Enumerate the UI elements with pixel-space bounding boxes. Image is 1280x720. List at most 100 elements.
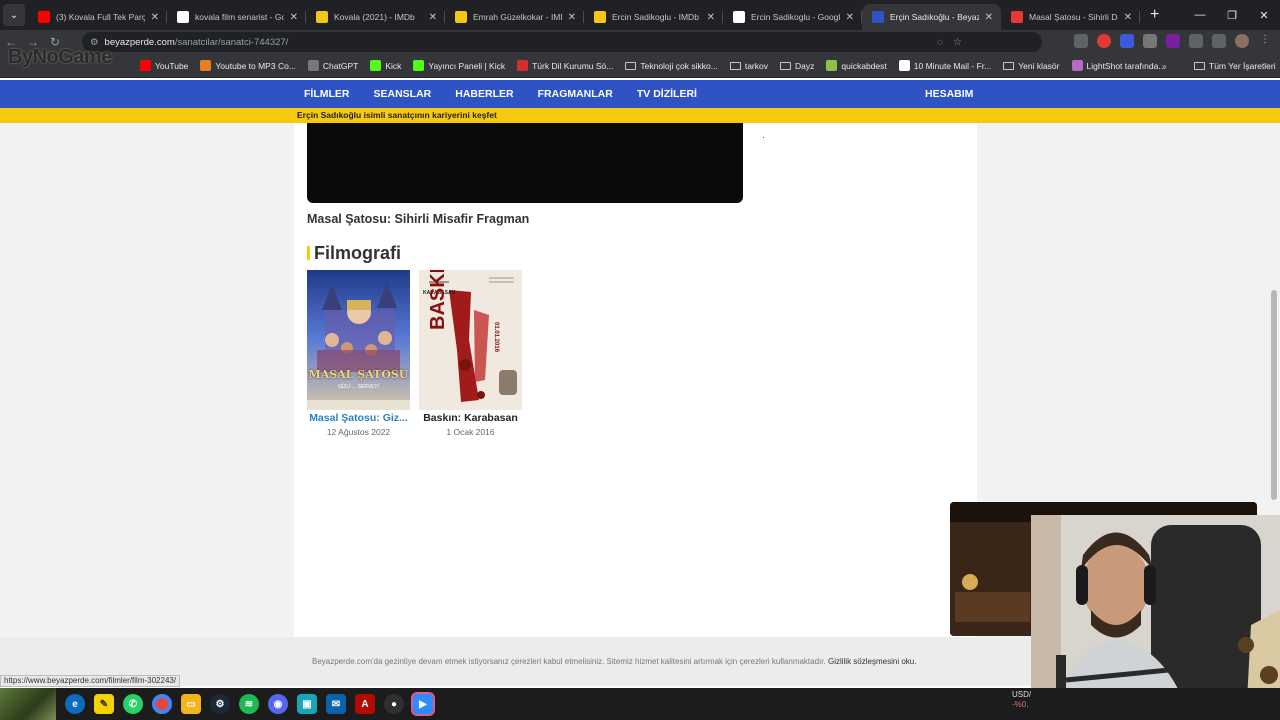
link-status-tooltip: https://www.beyazperde.com/filmler/film-… [0,675,181,687]
sticky-notes-icon[interactable]: ✎ [94,694,114,714]
restore-button[interactable]: ❐ [1216,9,1248,22]
close-tab-icon[interactable]: ✕ [846,12,854,23]
trailer-video-player[interactable] [307,123,743,203]
site-navbar: FİLMLER SEANSLAR HABERLER FRAGMANLAR TV DİZİ… [0,80,1280,108]
browser-tab[interactable]: Ercin Sadikoglu - IMDb ✕ [584,4,723,30]
bookmark-item[interactable]: Kick [370,60,401,71]
nav-link[interactable]: FRAGMANLAR [538,88,613,100]
bookmark-item[interactable]: quickabdest [826,60,887,71]
kebab-menu-icon[interactable]: ⋮ [1258,34,1272,48]
url-path: /sanatcilar/sanatci-744327/ [174,36,289,48]
close-tab-icon[interactable]: ✕ [568,12,576,23]
address-bar[interactable]: ⚙ beyazperde.com/sanatcilar/sanatci-7443… [82,32,1042,52]
minimize-button[interactable]: — [1184,9,1216,21]
all-bookmarks-label: Tüm Yer İşaretleri [1209,60,1276,71]
close-tab-icon[interactable]: ✕ [707,12,715,23]
edge-icon[interactable]: e [65,694,85,714]
close-tab-icon[interactable]: ✕ [151,12,159,23]
browser-tab[interactable]: (3) Kovala Full Tek Parça - ✕ [28,4,167,30]
mail-icon [898,60,910,71]
browser-tab[interactable]: Ercin Sadikoglu - Google ✕ [723,4,862,30]
windows-taskbar: e ✎ ✆ ▭ ⚙ ≋ ◉ ▣ ✉ A ● ▶ [0,688,1280,720]
close-window-button[interactable]: ✕ [1248,9,1280,22]
nav-link[interactable]: SEANSLAR [374,88,432,100]
bookmarks-overflow-button[interactable]: » [1162,61,1167,71]
folder-icon [625,61,637,70]
film-card[interactable]: KARABASAN BASKIN 01.01.2016 Baskın: Kara… [419,270,522,437]
film-poster[interactable]: KARABASAN BASKIN 01.01.2016 [419,270,522,410]
nav-link[interactable]: FİLMLER [304,88,350,100]
page-scrollbar[interactable] [1271,290,1277,500]
stream-logo-overlay: ByNoGame [8,46,112,68]
close-tab-icon[interactable]: ✕ [1124,12,1132,23]
browser-tab[interactable]: Kovala (2021) - IMDb ✕ [306,4,445,30]
poster1-title: MASAL ŞATOSU [308,368,409,381]
bookmark-item[interactable]: YouTube [140,60,188,71]
app-icon[interactable]: ▣ [297,694,317,714]
close-tab-icon[interactable]: ✕ [429,12,437,23]
all-bookmarks-folder[interactable]: Tüm Yer İşaretleri [1194,61,1276,71]
spotify-icon[interactable]: ≋ [239,694,259,714]
bookmark-label: Kick [385,60,402,71]
extensions-area: ⋮ [1074,34,1272,48]
bookmark-item[interactable]: Dayz [780,60,814,71]
close-tab-icon[interactable]: ✕ [985,12,993,23]
puzzle-icon[interactable] [1189,34,1203,48]
nav-link[interactable]: TV DİZİLERİ [637,88,697,100]
tab-title: Kovala (2021) - IMDb [334,12,415,22]
sidebar-dot: . [762,130,765,141]
eye-off-icon[interactable]: ◌ [937,37,943,48]
obs-icon[interactable]: ● [384,694,404,714]
bookmark-list: YouTube Youtube to MP3 Co... ChatGPT Kick Ya… [140,60,1177,71]
profile-avatar[interactable] [1235,34,1249,48]
heading-accent [307,246,310,260]
browser-tab[interactable]: kovala film senarist - Goo ✕ [167,4,306,30]
discord-icon[interactable]: ◉ [268,694,288,714]
film-title[interactable]: Masal Şatosu: Giz... [307,412,410,424]
tab-title: Ercin Sadikoglu - IMDb [612,12,699,22]
browser-tab[interactable]: Emrah Güzelkokar - IMDb ✕ [445,4,584,30]
tab-search-button[interactable]: ⌄ [3,4,25,26]
bookmark-item[interactable]: Teknoloji çok sikko... [625,60,718,71]
bookmark-item[interactable]: Yeni klasör [1003,60,1060,71]
extension-purple-icon[interactable] [1166,34,1180,48]
extension-icon[interactable] [1074,34,1088,48]
bookmark-item[interactable]: Youtube to MP3 Co... [200,60,296,71]
window-controls: — ❐ ✕ [1184,0,1280,30]
bookmark-item[interactable]: Yayıncı Paneli | Kick [413,60,505,71]
film-title[interactable]: Baskın: Karabasan [419,412,522,424]
outlook-icon[interactable]: ✉ [326,694,346,714]
browser-tab[interactable]: Masal Şatosu - Sihirli Dav ✕ [1001,4,1140,30]
whatsapp-icon[interactable]: ✆ [123,694,143,714]
bookmark-item[interactable]: ChatGPT [307,60,358,71]
star-bookmark-icon[interactable]: ☆ [953,37,962,48]
bookmark-item[interactable]: 10 Minute Mail - Fr... [898,60,991,71]
extension-gray-icon[interactable] [1143,34,1157,48]
extension-blue-icon[interactable] [1120,34,1134,48]
film-poster[interactable]: MASAL ŞATOSU GİZLİ ... SERVETİ [307,270,410,410]
bookmark-item[interactable]: LightShot tarafında... [1071,60,1165,71]
acrobat-icon[interactable]: A [355,694,375,714]
account-link[interactable]: HESABIM [925,88,973,100]
media-icon[interactable] [1212,34,1226,48]
nav-link[interactable]: HABERLER [455,88,513,100]
chrome-icon[interactable] [152,694,172,714]
tdk-icon [517,60,529,71]
quickabdest-icon [826,60,838,71]
bookmark-item[interactable]: tarkov [729,60,768,71]
file-explorer-icon[interactable]: ▭ [181,694,201,714]
trailer-caption[interactable]: Masal Şatosu: Sihirli Misafir Fragman [307,212,529,226]
desktop-thumbnail[interactable] [0,688,56,720]
film-card[interactable]: MASAL ŞATOSU GİZLİ ... SERVETİ Masal Şat… [307,270,410,437]
bookmark-label: tarkov [744,60,768,71]
bookmark-item[interactable]: Türk Dil Kurumu Sö... [517,60,613,71]
new-tab-button[interactable]: + [1150,6,1159,24]
privacy-link[interactable]: Gizlilik sözleşmesini oku. [828,657,916,666]
currency-widget[interactable]: USD/ -%0, [1012,690,1031,710]
browser-tab[interactable]: Erçin Sadıkoğlu - Beyazpe ✕ [862,4,1001,30]
extension-red-icon[interactable] [1097,34,1111,48]
steam-icon[interactable]: ⚙ [210,694,230,714]
poster2-date: 01.01.2016 [493,322,499,353]
zoom-icon[interactable]: ▶ [411,692,435,716]
close-tab-icon[interactable]: ✕ [290,12,298,23]
